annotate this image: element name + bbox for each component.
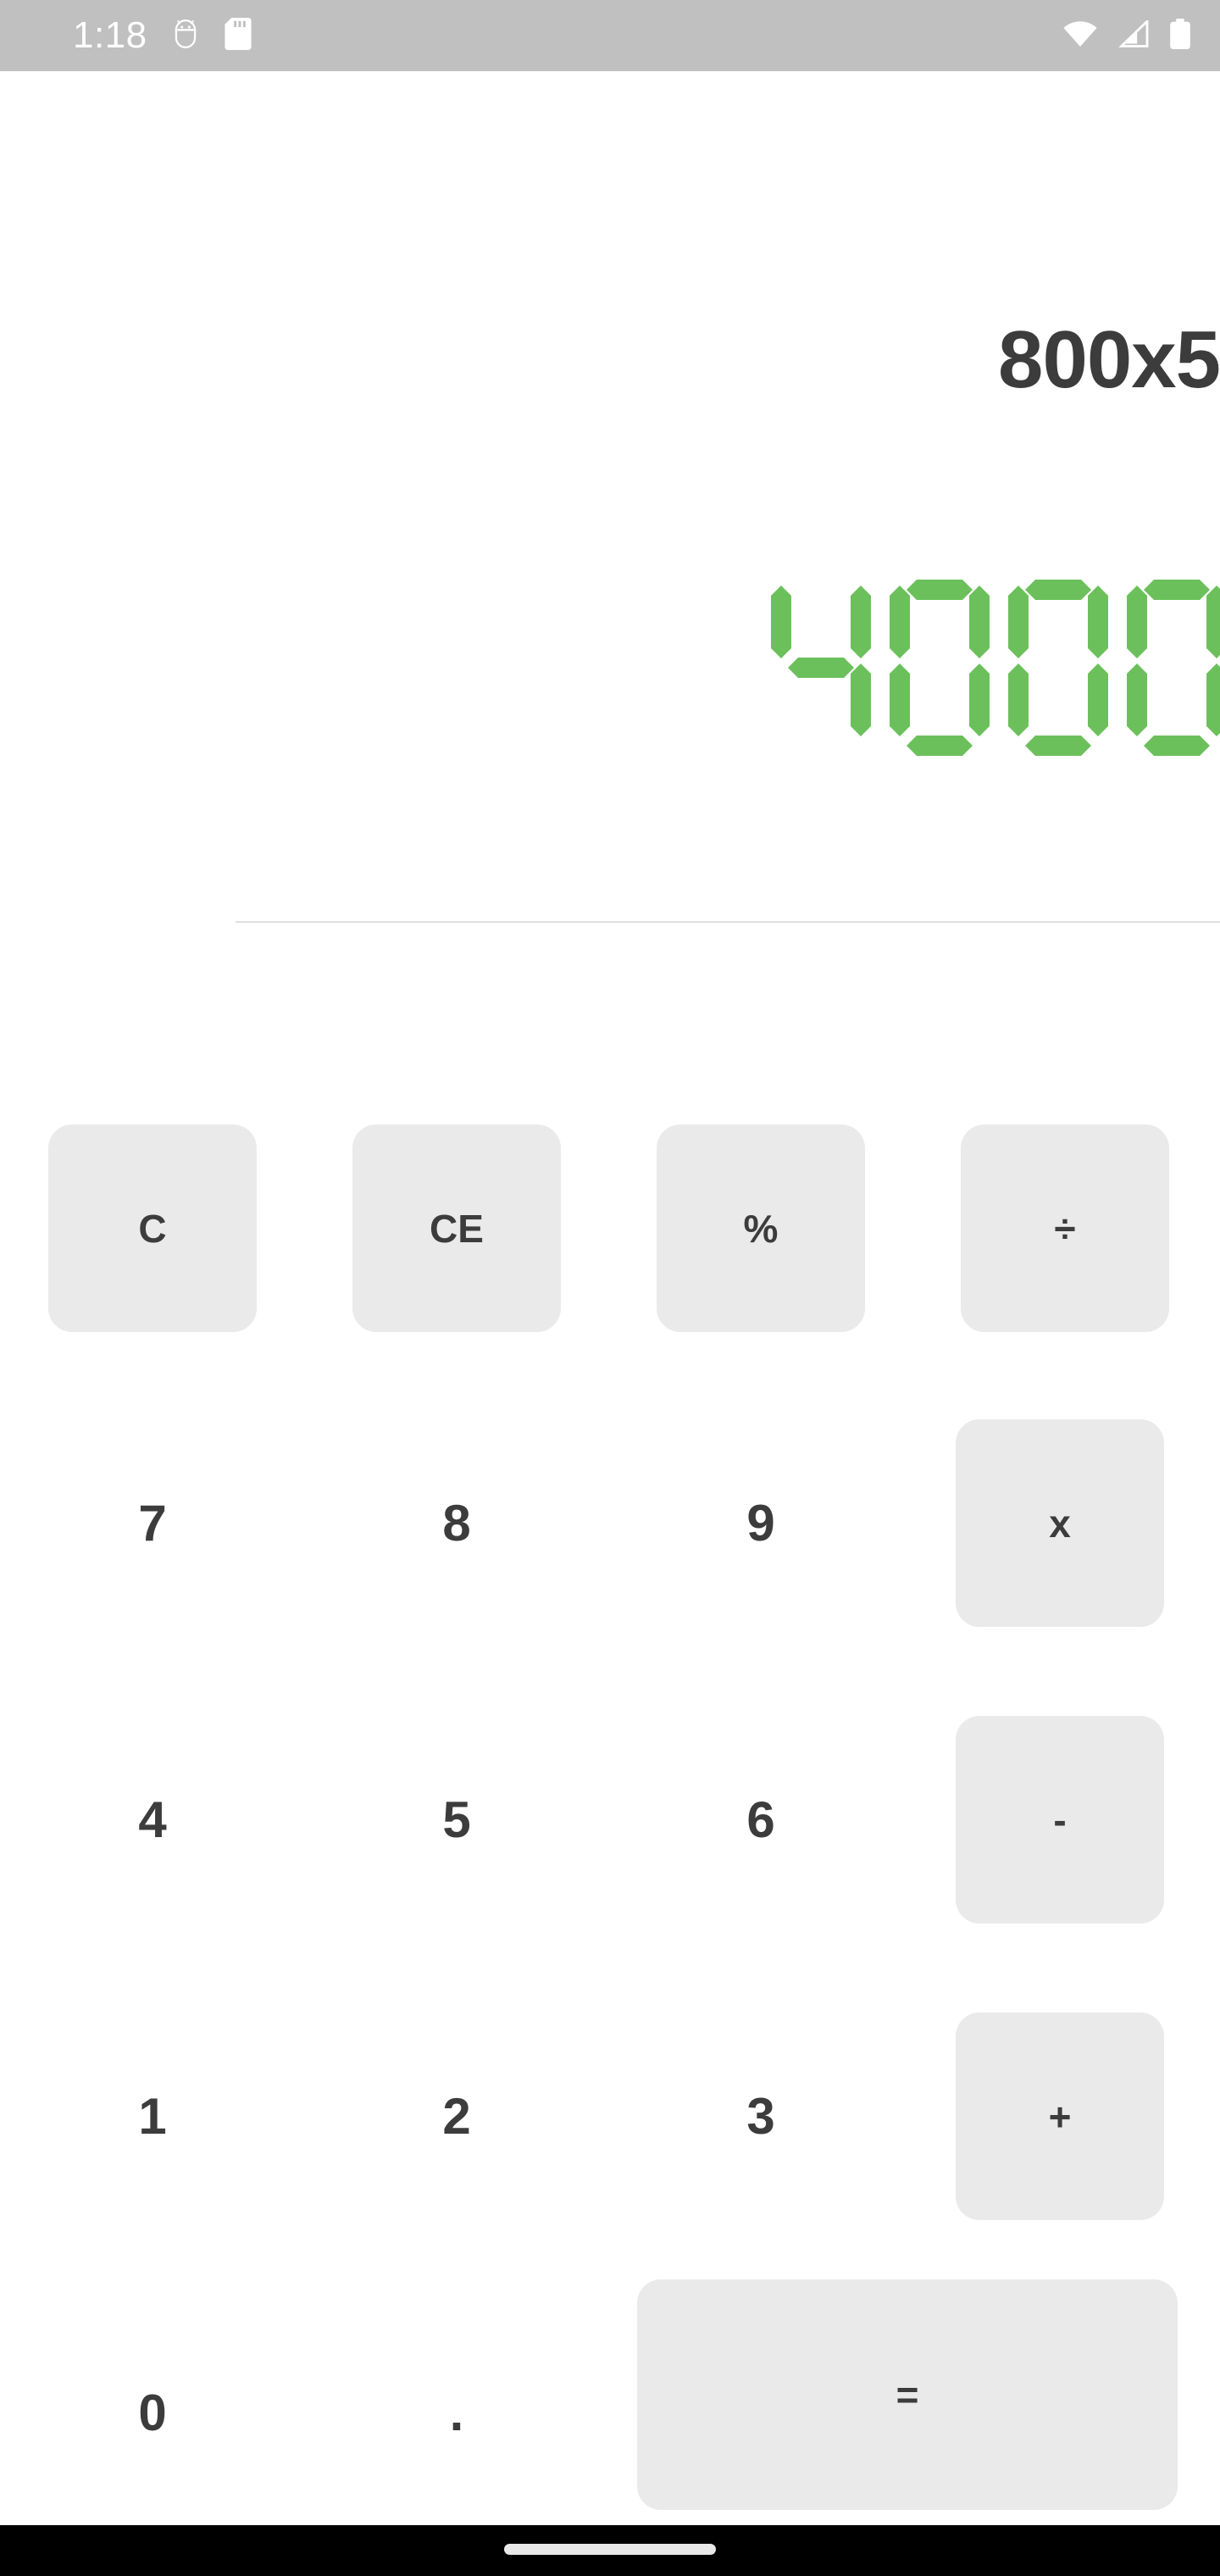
- segment-c: [1088, 663, 1108, 736]
- seven-segment-digit: [1008, 580, 1108, 756]
- divide-button-label: ÷: [1054, 1206, 1076, 1251]
- system-navigation-bar: [0, 2525, 1220, 2576]
- divide-button[interactable]: ÷: [961, 1124, 1169, 1332]
- wifi-icon: [1062, 20, 1098, 52]
- expression-display: 800x5: [998, 319, 1220, 401]
- status-bar: 1:18: [0, 0, 1220, 71]
- digit-3-button[interactable]: 3: [657, 2012, 865, 2220]
- segment-f: [1127, 586, 1147, 658]
- status-bar-left: 1:18: [73, 17, 252, 54]
- add-button[interactable]: +: [956, 2012, 1164, 2220]
- digit-1-button[interactable]: 1: [48, 2012, 257, 2220]
- digit-6-label: 6: [746, 1791, 775, 1848]
- multiply-button[interactable]: x: [956, 1419, 1164, 1627]
- add-button-label: +: [1048, 2094, 1072, 2139]
- percent-button-label: %: [743, 1206, 779, 1251]
- android-icon: [169, 18, 202, 54]
- segment-e: [890, 663, 910, 736]
- equals-button[interactable]: =: [637, 2279, 1178, 2510]
- digit-7-button[interactable]: 7: [48, 1419, 257, 1627]
- segment-d: [1144, 736, 1210, 756]
- segment-f: [771, 586, 791, 658]
- clear-button-label: C: [138, 1206, 167, 1251]
- segment-a: [1025, 580, 1091, 600]
- digit-3-label: 3: [746, 2088, 775, 2145]
- display-divider: [236, 921, 1220, 923]
- digit-4-label: 4: [138, 1791, 167, 1848]
- segment-b: [969, 586, 990, 658]
- segment-b: [1088, 586, 1108, 658]
- digit-0-button[interactable]: 0: [48, 2309, 257, 2517]
- decimal-point-label: .: [449, 2384, 464, 2441]
- result-display: [0, 580, 1220, 758]
- home-gesture-pill[interactable]: [504, 2544, 716, 2555]
- segment-f: [1008, 586, 1029, 658]
- multiply-button-label: x: [1049, 1501, 1071, 1546]
- segment-g: [788, 658, 854, 678]
- segment-f: [890, 586, 910, 658]
- clear-entry-button[interactable]: CE: [352, 1124, 561, 1332]
- digit-2-label: 2: [442, 2088, 471, 2145]
- subtract-button-label: -: [1053, 1797, 1067, 1842]
- digit-2-button[interactable]: 2: [352, 2012, 561, 2220]
- battery-icon: [1169, 18, 1191, 53]
- digit-5-label: 5: [442, 1791, 471, 1848]
- cellular-signal-icon: [1117, 18, 1151, 52]
- equals-button-label: =: [896, 2373, 919, 2417]
- digit-5-button[interactable]: 5: [352, 1716, 561, 1924]
- digit-9-button[interactable]: 9: [657, 1419, 865, 1627]
- status-bar-right: [1062, 18, 1191, 53]
- digit-6-button[interactable]: 6: [657, 1716, 865, 1924]
- segment-a: [1144, 580, 1210, 600]
- digit-8-button[interactable]: 8: [352, 1419, 561, 1627]
- subtract-button[interactable]: -: [956, 1716, 1164, 1924]
- segment-d: [907, 736, 973, 756]
- segment-e: [1127, 663, 1147, 736]
- segment-b: [1206, 586, 1220, 658]
- clear-button[interactable]: C: [48, 1124, 257, 1332]
- digit-0-label: 0: [138, 2384, 167, 2441]
- seven-segment-digit: [890, 580, 990, 756]
- digit-1-label: 1: [138, 2088, 167, 2145]
- segment-c: [851, 663, 871, 736]
- segment-a: [907, 580, 973, 600]
- decimal-point-button[interactable]: .: [352, 2309, 561, 2517]
- calculator-keypad: C CE % ÷ 7 8 9 x 4 5 6 - 1 2 3 + 0 . =: [0, 935, 1220, 2525]
- digit-9-label: 9: [746, 1495, 775, 1552]
- seven-segment-digit: [771, 580, 871, 756]
- sd-card-icon: [224, 17, 252, 54]
- seven-segment-result: [771, 580, 1220, 756]
- percent-button[interactable]: %: [657, 1124, 865, 1332]
- digit-4-button[interactable]: 4: [48, 1716, 257, 1924]
- segment-e: [1008, 663, 1029, 736]
- calculator-display: 800x5: [0, 71, 1220, 935]
- clear-entry-button-label: CE: [430, 1206, 484, 1251]
- segment-c: [969, 663, 990, 736]
- segment-d: [1025, 736, 1091, 756]
- seven-segment-digit: [1127, 580, 1220, 756]
- segment-c: [1206, 663, 1220, 736]
- digit-7-label: 7: [138, 1495, 167, 1552]
- digit-8-label: 8: [442, 1495, 471, 1552]
- segment-b: [851, 586, 871, 658]
- status-time: 1:18: [73, 14, 147, 56]
